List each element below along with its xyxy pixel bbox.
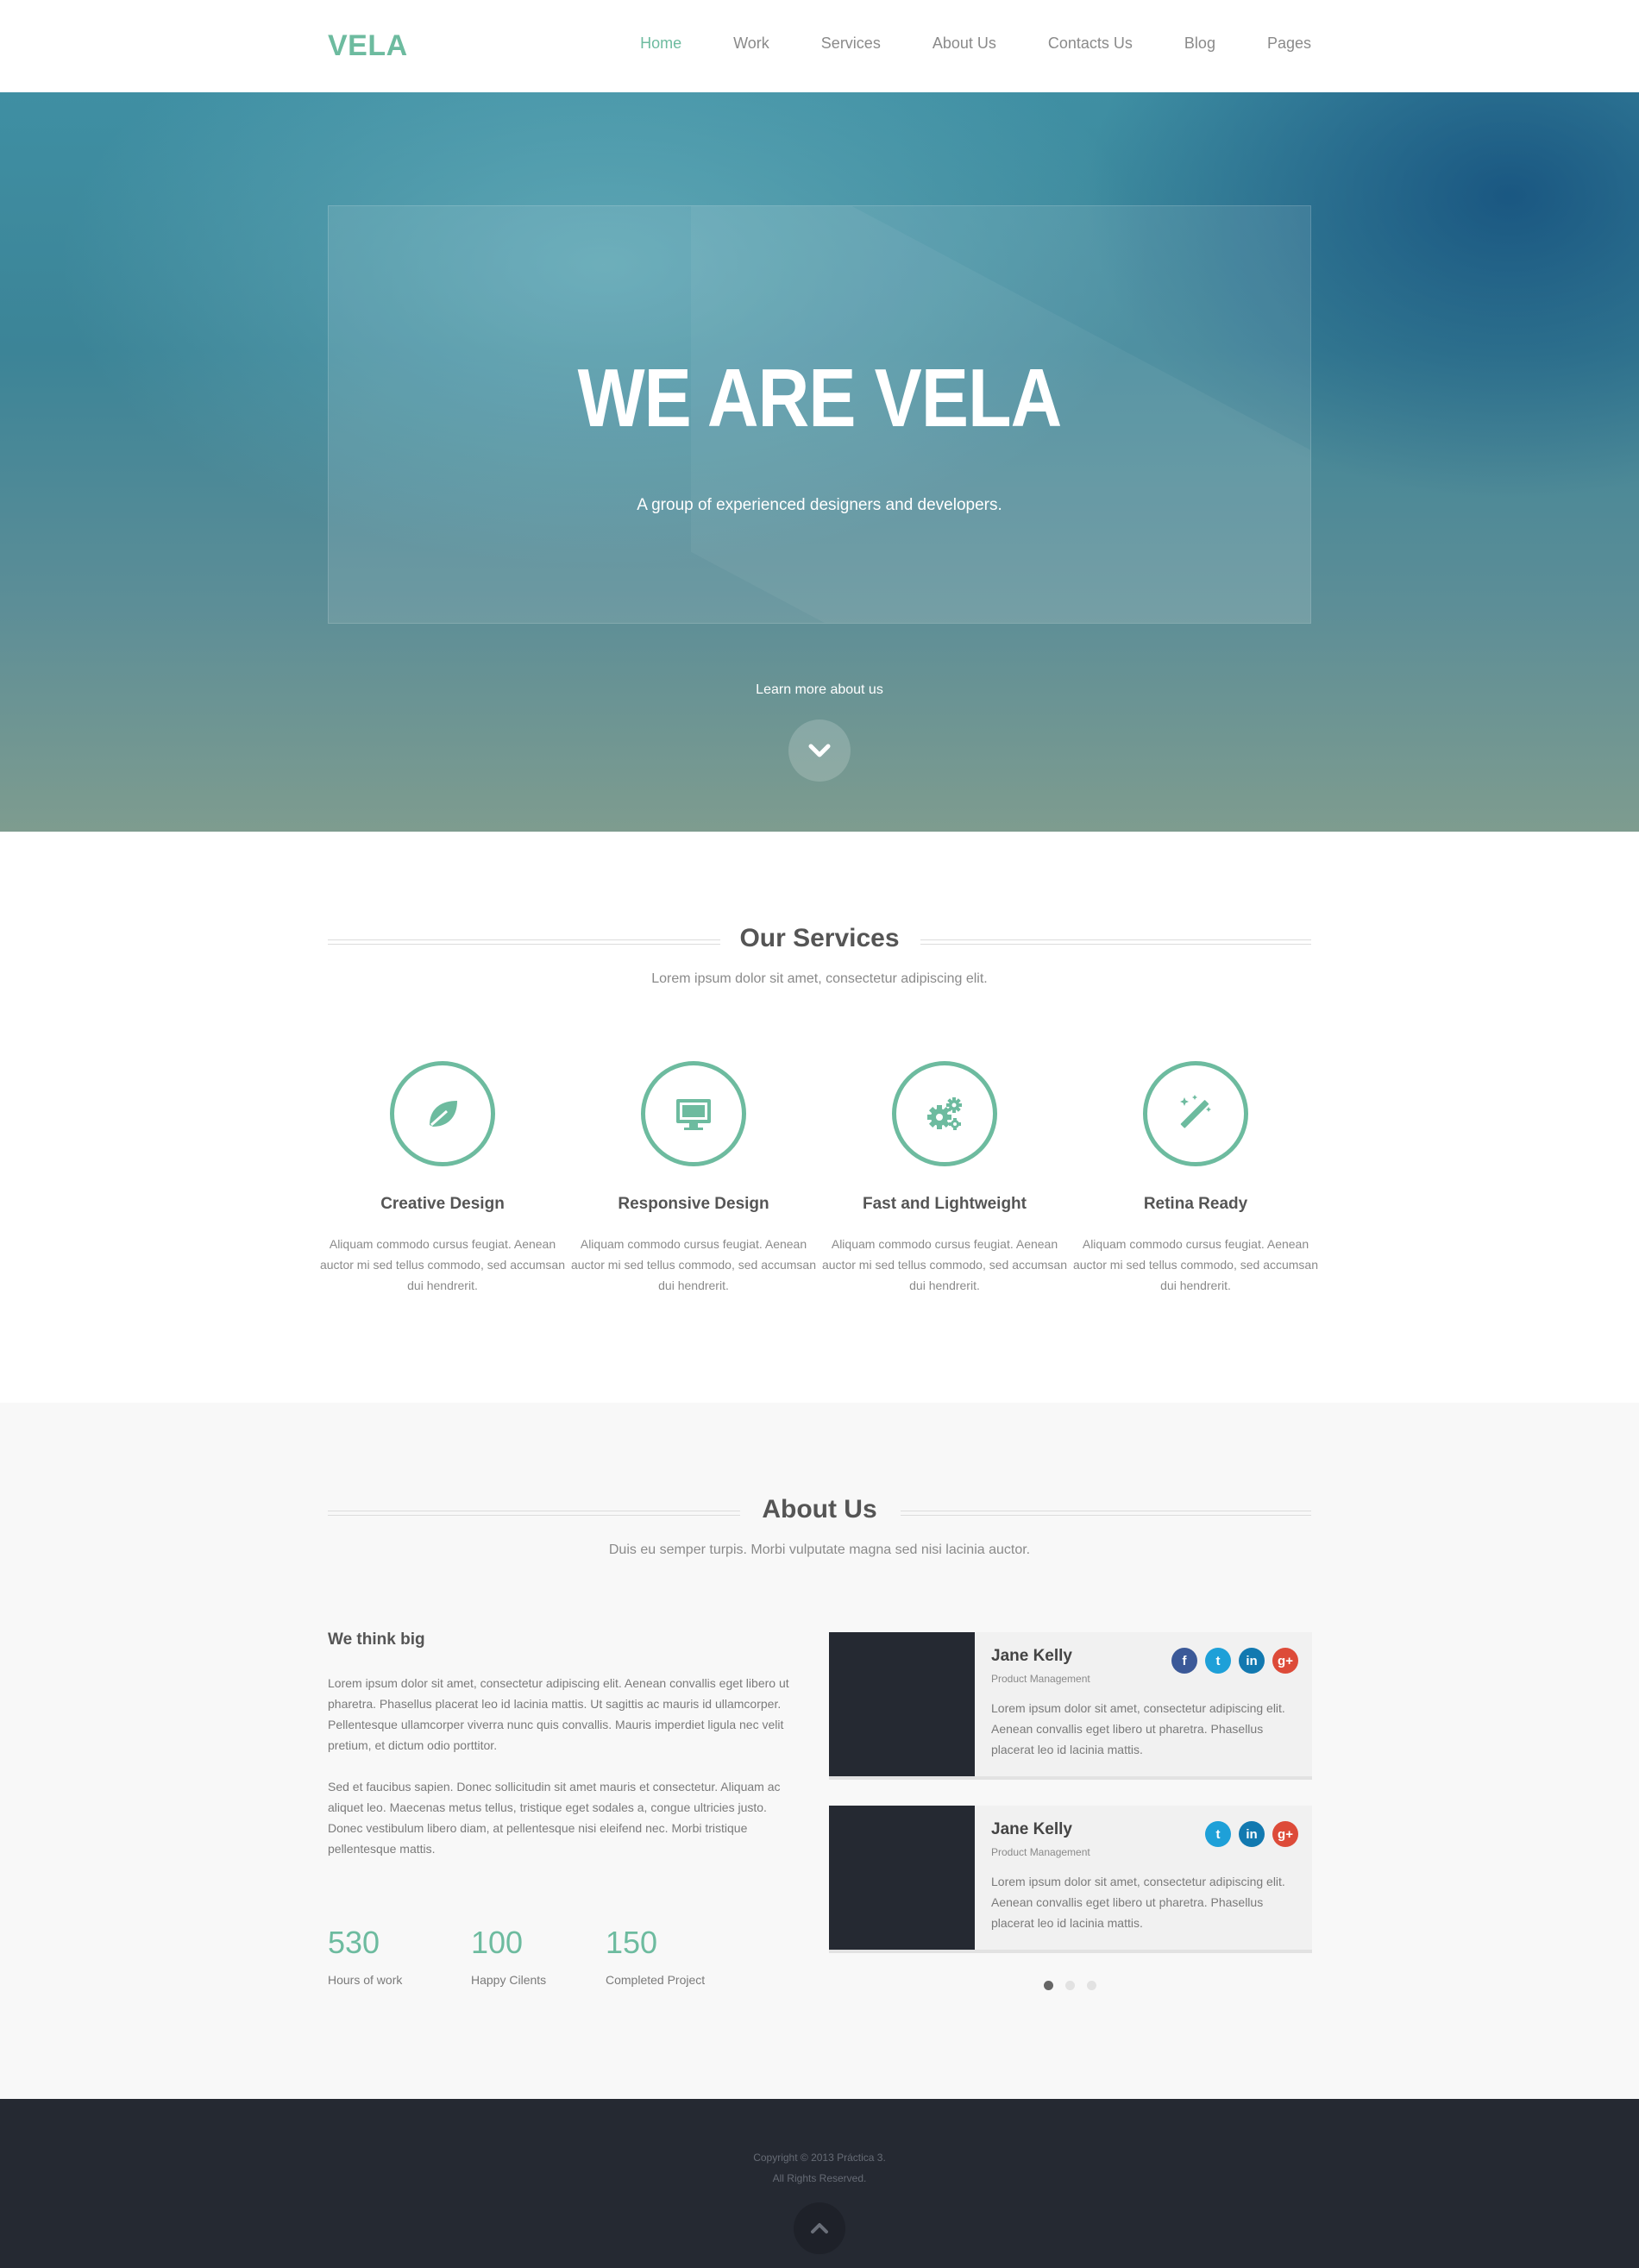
stat-value: 530 bbox=[328, 1925, 380, 1960]
nav-item-contacts-us[interactable]: Contacts Us bbox=[1048, 35, 1133, 53]
service-text: Aliquam commodo cursus feugiat. Aenean a… bbox=[1072, 1237, 1318, 1292]
slider-dot[interactable] bbox=[1065, 1981, 1075, 1990]
logo[interactable]: VELA bbox=[328, 29, 408, 63]
chevron-down-icon bbox=[808, 744, 831, 757]
hero-section: WE ARE VELA A group of experienced desig… bbox=[0, 92, 1639, 832]
team-bio: Lorem ipsum dolor sit amet, consectetur … bbox=[991, 1701, 1285, 1756]
google-plus-icon[interactable]: g+ bbox=[1272, 1821, 1298, 1847]
hero-subtitle: A group of experienced designers and dev… bbox=[637, 496, 1002, 514]
service-title: Creative Design bbox=[380, 1195, 505, 1213]
service-icon-circle[interactable] bbox=[892, 1061, 997, 1166]
twitter-icon[interactable]: t bbox=[1205, 1821, 1231, 1847]
nav-item-blog[interactable]: Blog bbox=[1184, 35, 1215, 53]
service-icon-circle[interactable] bbox=[1143, 1061, 1248, 1166]
hero-title: WE ARE VELA bbox=[577, 352, 1063, 444]
stat-label: Happy Cilents bbox=[471, 1973, 547, 1987]
service-icon-circle[interactable] bbox=[390, 1061, 495, 1166]
nav-item-about-us[interactable]: About Us bbox=[933, 35, 996, 53]
slider-dot[interactable] bbox=[1087, 1981, 1096, 1990]
facebook-icon[interactable]: f bbox=[1171, 1648, 1197, 1674]
about-heading: About Us bbox=[328, 1495, 1311, 1530]
leaf-icon bbox=[430, 1101, 457, 1127]
site-header: VELA Home Work Services About Us Contact… bbox=[0, 0, 1639, 92]
about-paragraph: Lorem ipsum dolor sit amet, consectetur … bbox=[328, 1676, 789, 1752]
team-photo bbox=[829, 1632, 975, 1776]
team-card: Jane Kelly Product Management t in g+ Lo… bbox=[829, 1806, 1312, 1953]
magic-wand-icon bbox=[1180, 1095, 1213, 1128]
team-name: Jane Kelly bbox=[991, 1820, 1072, 1838]
service-title: Retina Ready bbox=[1143, 1195, 1248, 1213]
team-bio: Lorem ipsum dolor sit amet, consectetur … bbox=[991, 1875, 1285, 1930]
nav-item-pages[interactable]: Pages bbox=[1267, 35, 1311, 53]
team-role: Product Management bbox=[991, 1846, 1090, 1858]
social-links: t in g+ bbox=[1205, 1821, 1298, 1847]
nav-item-home[interactable]: Home bbox=[640, 35, 681, 53]
linkedin-icon[interactable]: in bbox=[1239, 1821, 1265, 1847]
team-role: Product Management bbox=[991, 1673, 1090, 1685]
divider bbox=[920, 939, 1311, 945]
slider-pagination bbox=[1044, 1981, 1096, 1990]
about-paragraph: Sed et faucibus sapien. Donec sollicitud… bbox=[328, 1780, 781, 1856]
stat-label: Hours of work bbox=[328, 1973, 403, 1987]
section-subtitle: Lorem ipsum dolor sit amet, consectetur … bbox=[651, 971, 988, 986]
copyright-text: Copyright © 2013 Práctica 3. bbox=[753, 2152, 886, 2164]
gears-icon bbox=[927, 1097, 962, 1130]
stat-value: 100 bbox=[471, 1925, 524, 1960]
social-links: f t in g+ bbox=[1171, 1648, 1298, 1674]
google-plus-icon[interactable]: g+ bbox=[1272, 1648, 1298, 1674]
service-title: Fast and Lightweight bbox=[863, 1195, 1027, 1213]
service-title: Responsive Design bbox=[618, 1195, 769, 1213]
scroll-down-button[interactable] bbox=[788, 719, 851, 782]
service-text: Aliquam commodo cursus feugiat. Aenean a… bbox=[319, 1237, 565, 1292]
stat-label: Completed Project bbox=[606, 1973, 706, 1987]
team-name: Jane Kelly bbox=[991, 1647, 1072, 1665]
service-text: Aliquam commodo cursus feugiat. Aenean a… bbox=[821, 1237, 1067, 1292]
section-title: Our Services bbox=[739, 924, 900, 952]
rights-text: All Rights Reserved. bbox=[772, 2172, 867, 2184]
about-heading-text: We think big bbox=[328, 1630, 425, 1649]
twitter-icon[interactable]: t bbox=[1205, 1648, 1231, 1674]
divider bbox=[901, 1511, 1311, 1516]
team-card: Jane Kelly Product Management f t in g+ … bbox=[829, 1632, 1312, 1780]
nav-item-services[interactable]: Services bbox=[821, 35, 881, 53]
chevron-up-icon bbox=[811, 2223, 828, 2233]
linkedin-icon[interactable]: in bbox=[1239, 1648, 1265, 1674]
stat-value: 150 bbox=[606, 1925, 658, 1960]
back-to-top-button[interactable] bbox=[794, 2202, 845, 2254]
section-title: About Us bbox=[762, 1495, 877, 1524]
service-icon-circle[interactable] bbox=[641, 1061, 746, 1166]
team-photo bbox=[829, 1806, 975, 1950]
nav-item-work[interactable]: Work bbox=[733, 35, 769, 53]
section-subtitle: Duis eu semper turpis. Morbi vulputate m… bbox=[608, 1542, 1031, 1557]
service-text: Aliquam commodo cursus feugiat. Aenean a… bbox=[570, 1237, 816, 1292]
main-nav: Home Work Services About Us Contacts Us … bbox=[588, 35, 1311, 53]
services-heading: Our Services bbox=[328, 924, 1311, 958]
monitor-icon bbox=[676, 1099, 711, 1130]
learn-more-link[interactable]: Learn more about us bbox=[0, 682, 1639, 698]
slider-dot[interactable] bbox=[1044, 1981, 1053, 1990]
